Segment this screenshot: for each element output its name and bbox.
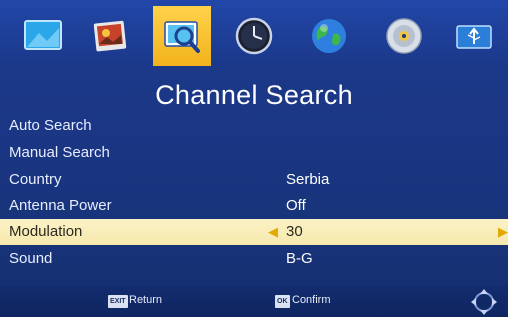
tab-picture[interactable] xyxy=(14,6,72,66)
confirm-hint: Confirm xyxy=(292,294,331,306)
tv-menu-screen: Channel Search Auto Search Manual Search… xyxy=(0,0,508,317)
exit-key-icon: EXIT xyxy=(108,295,128,308)
menu-item-sound[interactable]: Sound B-G xyxy=(0,246,508,272)
disc-icon xyxy=(386,18,422,54)
menu-item-label: Modulation xyxy=(9,223,83,240)
menu-item-value: Off xyxy=(286,197,306,214)
menu-item-auto-search[interactable]: Auto Search xyxy=(0,113,508,139)
right-arrow-icon[interactable]: ▶ xyxy=(498,219,508,245)
page-title: Channel Search xyxy=(155,80,353,110)
tab-time[interactable] xyxy=(225,6,283,66)
menu-item-label: Antenna Power xyxy=(9,197,112,214)
return-hint: Return xyxy=(129,294,163,306)
channel-search-icon xyxy=(164,21,200,53)
picture-icon xyxy=(24,20,62,50)
menu-item-label: Country xyxy=(9,171,62,188)
tab-usb[interactable] xyxy=(444,6,502,66)
globe-icon xyxy=(312,19,346,53)
menu-item-manual-search[interactable]: Manual Search xyxy=(0,140,508,166)
left-arrow-icon[interactable]: ◀ xyxy=(268,219,278,245)
menu-item-label: Sound xyxy=(9,250,53,267)
menu-item-modulation[interactable]: Modulation ◀ 30 ▶ xyxy=(0,219,508,245)
menu-item-label: Auto Search xyxy=(9,117,92,134)
usb-icon xyxy=(456,25,492,49)
footer-hint-bar: EXIT Return OK Confirm xyxy=(0,286,508,317)
navigation-arrows-icon xyxy=(471,289,497,315)
menu-icon-bar xyxy=(0,0,508,68)
menu-item-value: Serbia xyxy=(286,171,330,188)
ok-key-icon: OK xyxy=(275,295,290,308)
menu-item-label: Manual Search xyxy=(9,144,110,161)
menu-item-antenna-power[interactable]: Antenna Power Off xyxy=(0,193,508,219)
clock-icon xyxy=(235,17,273,55)
tab-setup[interactable] xyxy=(375,6,433,66)
menu-item-value: 30 xyxy=(286,223,303,240)
tab-option[interactable] xyxy=(300,6,358,66)
menu-item-value: B-G xyxy=(286,250,313,267)
tab-channel-search[interactable] xyxy=(153,6,211,66)
photo-icon xyxy=(93,20,127,52)
menu-item-country[interactable]: Country Serbia xyxy=(0,167,508,193)
tab-photo[interactable] xyxy=(82,6,140,66)
